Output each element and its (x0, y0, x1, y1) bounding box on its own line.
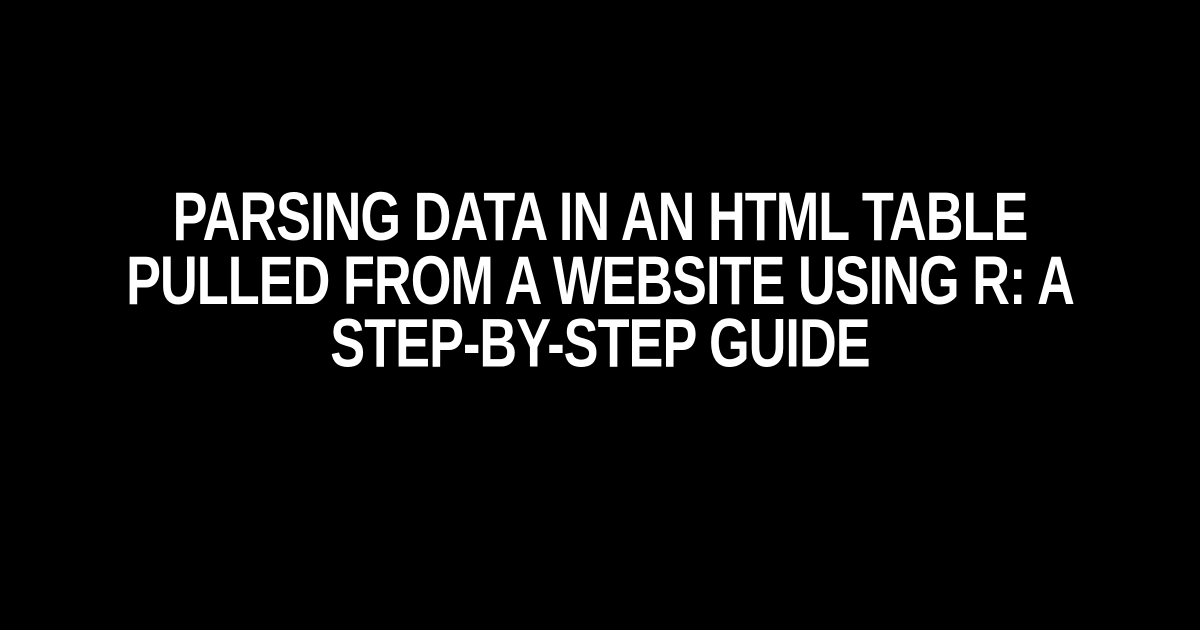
page-title: Parsing Data in an HTML Table Pulled fro… (78, 185, 1123, 375)
